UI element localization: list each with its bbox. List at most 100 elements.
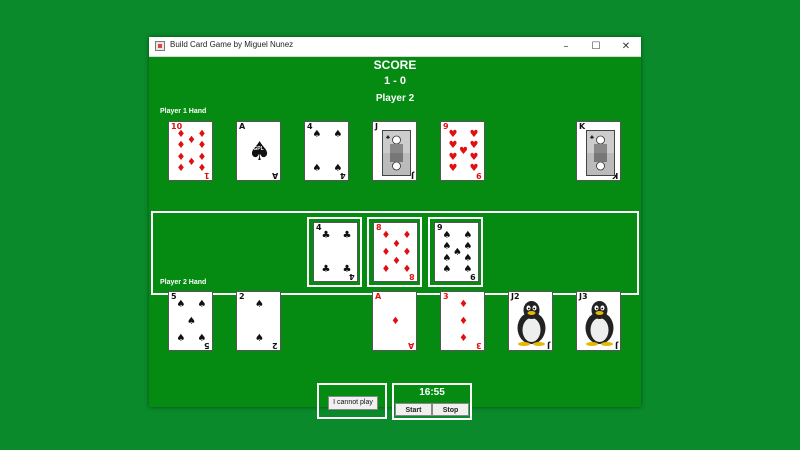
suit-pip-icon: ♠ [197,299,207,310]
suit-pip-icon: ♦ [176,140,186,152]
suit-pip-icon: ♠ [197,333,207,344]
suit-pip-icon: ♥ [448,151,458,163]
minimize-button[interactable]: – [551,37,581,56]
tux-penguin-icon [585,301,614,346]
player2-card-4[interactable]: J2 J [508,291,553,351]
suit-pip-icon: ♦ [459,316,468,327]
player1-card-4[interactable]: 9 9 ♥ ♥ ♥ ♥ ♥ ♥ ♥ ♥ ♥ [440,121,485,181]
suit-pip-icon: ♠ [255,299,264,310]
player1-card-5[interactable]: KK♣ [576,121,621,181]
cannot-play-panel: I cannot play [317,383,387,419]
card-pips: ♦ [380,300,411,344]
suit-pip-icon: ♥ [469,163,479,174]
game-board: SCORE 1 - 0 Player 2 Player 1 Hand 10 1 ♦ ♦… [149,57,641,420]
suit-pip-icon: ♦ [391,316,400,327]
player2-card-5[interactable]: J3 J [576,291,621,351]
suit-pip-icon: ♠ [463,230,473,241]
suit-pip-icon: ♦ [392,238,401,250]
suit-pip-icon: ♦ [197,129,207,140]
cannot-play-button[interactable]: I cannot play [328,396,378,410]
card-pips: ♠ ♠ [244,300,275,344]
card-pips: ♦ ♦ ♦ [448,300,479,344]
table-slot-1[interactable]: 8 8 ♦ ♦ ♦ ♦ ♦ ♦ ♦ ♦ [367,217,422,287]
suit-pip-icon: ♣ [321,264,331,275]
suit-pip-icon: ♠ [442,264,452,275]
card-pips: ♠ ♠ ♠ ♠ [312,130,343,174]
suit-pip-icon: ♥ [448,129,458,140]
card-rank: K [579,122,586,131]
suit-pip-icon: ♦ [187,157,196,169]
card-center-text: GPL [253,146,264,152]
table-card-0[interactable]: 4 4 ♣ ♣ ♣ ♣ [313,222,358,282]
suit-pip-icon: ♠ [247,137,272,167]
suit-pip-icon: ♦ [459,333,468,344]
player1-card-3[interactable]: J J ♣ [372,121,417,181]
card-pips: ♦ ♦ ♦ ♦ ♦ ♦ ♦ ♦ [381,231,412,275]
player1-hand-label: Player 1 Hand [160,108,207,115]
suit-pip-icon: ♠ [176,299,186,310]
suit-pip-icon: ♦ [381,247,391,258]
player2-card-3[interactable]: 3 3 ♦ ♦ ♦ [440,291,485,351]
card-pips: ♦ ♦ ♦ ♦ ♦ ♦ ♦ ♦ ♦ ♦ [176,130,207,174]
game-window: Build Card Game by Miguel Nunez – ☐ ✕ SC… [149,37,641,420]
tux-penguin-icon [517,301,546,346]
timer-panel: 16:55 Start Stop [392,383,472,420]
card-pips: ♥ ♥ ♥ ♥ ♥ ♥ ♥ ♥ ♥ [448,130,479,174]
suit-pip-icon: ♠ [255,333,264,344]
player1-card-1[interactable]: A A ♠ GPL [236,121,281,181]
player2-card-2[interactable]: A A ♦ [372,291,417,351]
table-slot-0[interactable]: 4 4 ♣ ♣ ♣ ♣ [307,217,362,287]
card-pips: ♣ ♣ ♣ ♣ [321,231,352,275]
stop-button[interactable]: Stop [432,403,469,416]
player1-card-2[interactable]: 4 4 ♠ ♠ ♠ ♠ [304,121,349,181]
suit-pip-icon: ♦ [197,140,207,152]
table-card-1[interactable]: 8 8 ♦ ♦ ♦ ♦ ♦ ♦ ♦ ♦ [373,222,418,282]
close-button[interactable]: ✕ [611,37,641,56]
suit-pip-icon: ♠ [463,264,473,275]
player1-card-0[interactable]: 10 1 ♦ ♦ ♦ ♦ ♦ ♦ ♦ ♦ ♦ ♦ [168,121,213,181]
suit-pip-icon: ♦ [402,264,412,275]
player2-card-0[interactable]: 5 5 ♠ ♠ ♠ ♠ ♠ [168,291,213,351]
suit-pip-icon: ♠ [176,333,186,344]
face-card-art: ♣ [586,130,615,176]
suit-pip-icon: ♥ [469,129,479,140]
svg-text:♣: ♣ [386,135,390,141]
card-rank-bottom: J [411,171,414,180]
table-slot-2[interactable]: 9 9 ♠ ♠ ♠ ♠ ♠ ♠ ♠ ♠ ♠ [428,217,483,287]
app-icon [155,41,165,51]
suit-pip-icon: ♠ [463,241,473,253]
suit-pip-icon: ♠ [312,129,322,140]
suit-pip-icon: ♦ [176,151,186,163]
score-value: 1 - 0 [383,75,406,87]
suit-pip-icon: ♥ [448,163,458,174]
suit-pip-icon: ♦ [402,247,412,258]
suit-pip-icon: ♣ [342,230,352,241]
suit-pip-icon: ♠ [442,241,452,253]
card-rank: J [375,122,378,131]
suit-pip-icon: ♦ [197,151,207,163]
player2-card-1[interactable]: 2 2 ♠ ♠ [236,291,281,351]
suit-pip-icon: ♦ [402,230,412,241]
suit-pip-icon: ♦ [381,230,391,241]
svg-text:♣: ♣ [590,135,594,141]
suit-pip-icon: ♠ [442,252,452,264]
suit-pip-icon: ♠ [463,252,473,264]
suit-pip-icon: ♣ [342,264,352,275]
suit-pip-icon: ♥ [469,140,479,152]
suit-pip-icon: ♦ [392,255,401,267]
start-button[interactable]: Start [395,403,432,416]
suit-pip-icon: ♠ [453,247,462,258]
suit-pip-icon: ♦ [187,134,196,146]
current-player: Player 2 [375,93,415,104]
suit-pip-icon: ♠ [333,129,343,140]
table-card-2[interactable]: 9 9 ♠ ♠ ♠ ♠ ♠ ♠ ♠ ♠ ♠ [434,222,479,282]
suit-pip-icon: ♥ [448,140,458,152]
suit-pip-icon: ♠ [187,316,196,327]
suit-pip-icon: ♦ [459,299,468,310]
face-card-art: ♣ [382,130,411,176]
title-bar: Build Card Game by Miguel Nunez – ☐ ✕ [149,37,641,57]
suit-pip-icon: ♠ [442,230,452,241]
card-pips: ♠ ♠ ♠ ♠ ♠ ♠ ♠ ♠ ♠ [442,231,473,275]
suit-pip-icon: ♠ [333,163,343,174]
maximize-button[interactable]: ☐ [581,37,611,56]
